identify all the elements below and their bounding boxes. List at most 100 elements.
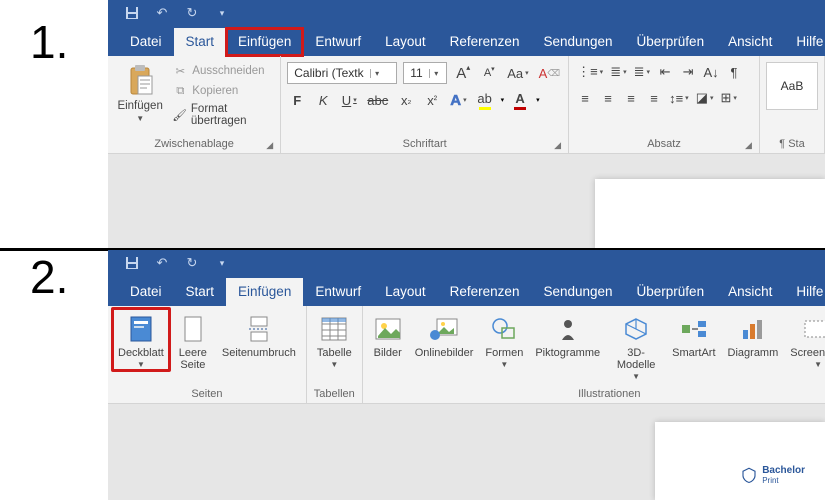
screenshot-button[interactable]: + Screenshot ▼ <box>786 310 825 369</box>
3d-models-button[interactable]: 3D-Modelle ▼ <box>608 310 664 381</box>
tab-hilfe[interactable]: Hilfe <box>784 28 825 56</box>
increase-indent-button[interactable]: ⇥ <box>678 62 698 82</box>
chevron-down-icon[interactable]: ▾ <box>429 69 443 78</box>
font-launcher-icon[interactable]: ◢ <box>554 140 564 150</box>
icons-button[interactable]: Piktogramme <box>531 310 604 359</box>
strikethrough-button[interactable]: abc <box>365 90 390 110</box>
cube-icon <box>621 314 651 344</box>
redo-icon[interactable]: ↻ <box>184 255 200 271</box>
sort-button[interactable]: A↓ <box>701 62 721 82</box>
group-tables: Tabelle ▼ Tabellen <box>307 306 363 403</box>
grow-font-button[interactable]: A▴ <box>453 63 473 83</box>
group-clipboard: Einfügen ▼ ✂ Ausschneiden ⧉ Kopieren <box>108 56 281 153</box>
shapes-button[interactable]: Formen ▼ <box>481 310 527 369</box>
bold-button[interactable]: F <box>287 90 307 110</box>
page[interactable] <box>595 179 825 249</box>
pictogram-icon <box>553 314 583 344</box>
pictures-button[interactable]: Bilder <box>369 310 407 359</box>
redo-icon[interactable]: ↻ <box>184 5 200 21</box>
clear-formatting-button[interactable]: A⌫ <box>537 63 562 83</box>
save-icon[interactable] <box>124 5 140 21</box>
align-center-button[interactable]: ≡ <box>598 88 618 108</box>
online-pictures-button[interactable]: Onlinebilder <box>411 310 478 359</box>
tab-layout[interactable]: Layout <box>373 278 438 306</box>
clipboard-icon <box>123 64 157 98</box>
tab-start[interactable]: Start <box>174 28 227 56</box>
quick-access-toolbar: ↶ ↻ ▾ <box>108 250 825 276</box>
shrink-font-button[interactable]: A▾ <box>479 63 499 83</box>
tab-referenzen[interactable]: Referenzen <box>438 278 532 306</box>
align-right-button[interactable]: ≡ <box>621 88 641 108</box>
superscript-button[interactable]: x <box>422 90 442 110</box>
page-break-icon <box>244 314 274 344</box>
tab-entwurf[interactable]: Entwurf <box>303 278 373 306</box>
online-pictures-label: Onlinebilder <box>415 347 474 359</box>
tab-ansicht[interactable]: Ansicht <box>716 28 784 56</box>
chart-label: Diagramm <box>728 347 779 359</box>
tab-einfuegen[interactable]: Einfügen <box>226 28 303 56</box>
copy-icon: ⧉ <box>172 83 188 99</box>
3d-models-label: 3D-Modelle <box>612 347 660 371</box>
borders-button[interactable]: ⊞▾ <box>719 88 739 108</box>
tab-ueberpruefen[interactable]: Überprüfen <box>625 278 717 306</box>
subscript-button[interactable]: x <box>396 90 416 110</box>
page[interactable] <box>655 422 825 500</box>
align-left-button[interactable]: ≡ <box>575 88 595 108</box>
tab-layout[interactable]: Layout <box>373 28 438 56</box>
tab-einfuegen[interactable]: Einfügen <box>226 278 303 306</box>
text-effects-button[interactable]: A▾ <box>448 90 468 110</box>
group-clipboard-label: Zwischenablage <box>108 136 280 153</box>
tab-referenzen[interactable]: Referenzen <box>438 28 532 56</box>
bullets-button[interactable]: ⋮≡▾ <box>575 62 605 82</box>
cut-label: Ausschneiden <box>192 65 264 77</box>
tab-hilfe[interactable]: Hilfe <box>784 278 825 306</box>
tab-ueberpruefen[interactable]: Überprüfen <box>625 28 717 56</box>
change-case-button[interactable]: Aa▾ <box>505 63 530 83</box>
undo-icon[interactable]: ↶ <box>154 255 170 271</box>
save-icon[interactable] <box>124 255 140 271</box>
font-color-button[interactable]: A <box>510 90 530 110</box>
line-spacing-button[interactable]: ↕≡▾ <box>667 88 691 108</box>
format-painter-label: Format übertragen <box>191 103 272 127</box>
style-item[interactable]: AaB <box>766 62 818 110</box>
cover-page-button[interactable]: Deckblatt ▼ <box>114 310 168 369</box>
cover-page-label: Deckblatt <box>118 347 164 359</box>
font-name-combo[interactable]: Calibri (Textk ▾ <box>287 62 397 84</box>
tab-datei[interactable]: Datei <box>118 278 174 306</box>
underline-button[interactable]: U▾ <box>339 90 359 110</box>
group-illustrations: Bilder Onlinebilder Formen ▼ Piktogramme <box>363 306 825 403</box>
blank-page-button[interactable]: Leere Seite <box>172 310 214 371</box>
numbering-button[interactable]: ≣▾ <box>608 62 628 82</box>
italic-button[interactable]: K <box>313 90 333 110</box>
show-marks-button[interactable]: ¶ <box>724 62 744 82</box>
undo-icon[interactable]: ↶ <box>154 5 170 21</box>
font-size-combo[interactable]: 11 ▾ <box>403 62 447 84</box>
group-paragraph-label: Absatz <box>569 136 759 153</box>
tab-sendungen[interactable]: Sendungen <box>531 278 624 306</box>
smartart-icon <box>679 314 709 344</box>
decrease-indent-button[interactable]: ⇤ <box>655 62 675 82</box>
quick-access-toolbar: ↶ ↻ ▾ <box>108 0 825 26</box>
chevron-down-icon[interactable]: ▾ <box>370 69 384 78</box>
tab-start[interactable]: Start <box>174 278 227 306</box>
paste-label: Einfügen <box>117 100 162 113</box>
clipboard-launcher-icon[interactable]: ◢ <box>266 140 276 150</box>
page-break-button[interactable]: Seitenumbruch <box>218 310 300 359</box>
tab-ansicht[interactable]: Ansicht <box>716 278 784 306</box>
tab-datei[interactable]: Datei <box>118 28 174 56</box>
format-painter-button[interactable]: 🖌 Format übertragen <box>170 102 274 128</box>
paste-button[interactable]: Einfügen ▼ <box>114 60 166 123</box>
paragraph-launcher-icon[interactable]: ◢ <box>745 140 755 150</box>
table-button[interactable]: Tabelle ▼ <box>313 310 356 369</box>
multilevel-button[interactable]: ≣▾ <box>632 62 652 82</box>
smartart-button[interactable]: SmartArt <box>668 310 719 359</box>
justify-button[interactable]: ≡ <box>644 88 664 108</box>
tab-entwurf[interactable]: Entwurf <box>303 28 373 56</box>
customize-qat-icon[interactable]: ▾ <box>214 5 230 21</box>
customize-qat-icon[interactable]: ▾ <box>214 255 230 271</box>
watermark-logo: Bachelor Print <box>740 465 805 485</box>
chart-button[interactable]: Diagramm <box>724 310 783 359</box>
highlight-button[interactable]: ab <box>475 90 495 110</box>
shading-button[interactable]: ◪▾ <box>694 88 716 108</box>
tab-sendungen[interactable]: Sendungen <box>531 28 624 56</box>
